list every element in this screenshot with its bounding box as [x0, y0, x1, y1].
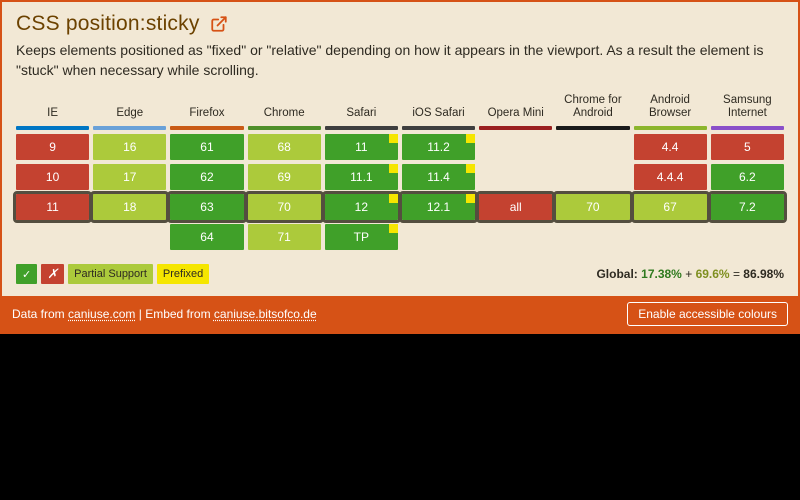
browser-rule: [325, 126, 398, 130]
browser-rule: [93, 126, 166, 130]
caniuse-link[interactable]: caniuse.com: [68, 307, 135, 321]
version-cell[interactable]: all: [479, 194, 552, 220]
version-cell[interactable]: 11.4: [402, 164, 475, 190]
prefix-flag-icon: [466, 194, 475, 203]
legend-prefixed: Prefixed: [157, 264, 209, 284]
version-cell[interactable]: 12.1: [402, 194, 475, 220]
version-cell[interactable]: 7.2: [711, 194, 784, 220]
version-cell[interactable]: 63: [170, 194, 243, 220]
feature-title-row[interactable]: CSS position:sticky: [16, 12, 784, 36]
version-cell: [93, 224, 166, 250]
version-cell[interactable]: 69: [248, 164, 321, 190]
version-cell[interactable]: 9: [16, 134, 89, 160]
version-cell[interactable]: 11.2: [402, 134, 475, 160]
version-cell[interactable]: 11.1: [325, 164, 398, 190]
embed-source-link[interactable]: caniuse.bitsofco.de: [214, 307, 317, 321]
browser-rule: [634, 126, 707, 130]
browser-header: Samsung Internet: [711, 94, 784, 122]
prefix-flag-icon: [466, 134, 475, 143]
version-cell[interactable]: 12: [325, 194, 398, 220]
version-cell: [556, 224, 629, 250]
prefix-flag-icon: [389, 194, 398, 203]
version-cell: [556, 164, 629, 190]
browser-rule: [556, 126, 629, 130]
version-cell[interactable]: 4.4.4: [634, 164, 707, 190]
legend-supported: ✓: [16, 264, 37, 284]
external-link-icon: [210, 15, 228, 33]
version-cell[interactable]: 11: [16, 194, 89, 220]
version-cell[interactable]: 18: [93, 194, 166, 220]
support-grid: IEEdgeFirefoxChromeSafariiOS SafariOpera…: [12, 90, 788, 254]
browser-rule: [170, 126, 243, 130]
prefix-flag-icon: [389, 224, 398, 233]
version-cell[interactable]: 62: [170, 164, 243, 190]
version-cell[interactable]: 17: [93, 164, 166, 190]
feature-description: Keeps elements positioned as "fixed" or …: [16, 41, 784, 80]
version-cell[interactable]: 67: [634, 194, 707, 220]
browser-rule: [711, 126, 784, 130]
browser-rule: [479, 126, 552, 130]
footer-attribution: Data from caniuse.com | Embed from caniu…: [12, 307, 317, 321]
browser-rule: [402, 126, 475, 130]
version-cell[interactable]: 5: [711, 134, 784, 160]
version-cell[interactable]: 61: [170, 134, 243, 160]
version-cell[interactable]: 11: [325, 134, 398, 160]
version-cell: [479, 134, 552, 160]
version-cell: [479, 164, 552, 190]
version-cell[interactable]: 70: [556, 194, 629, 220]
version-cell: [479, 224, 552, 250]
browser-header: IE: [16, 94, 89, 122]
feature-title: CSS position:sticky: [16, 12, 200, 36]
version-cell: [634, 224, 707, 250]
version-cell[interactable]: 71: [248, 224, 321, 250]
browser-rule: [16, 126, 89, 130]
browser-header: Android Browser: [634, 94, 707, 122]
browser-header: Edge: [93, 94, 166, 122]
version-cell[interactable]: 64: [170, 224, 243, 250]
browser-rule: [248, 126, 321, 130]
version-cell: [402, 224, 475, 250]
browser-header: Chrome for Android: [556, 94, 629, 122]
legend-partial: Partial Support: [68, 264, 153, 284]
version-cell: [16, 224, 89, 250]
browser-header: Chrome: [248, 94, 321, 122]
version-cell[interactable]: 6.2: [711, 164, 784, 190]
prefix-flag-icon: [389, 164, 398, 173]
version-cell: [556, 134, 629, 160]
global-stats: Global: 17.38% + 69.6% = 86.98%: [596, 267, 784, 281]
version-cell[interactable]: TP: [325, 224, 398, 250]
browser-header: iOS Safari: [402, 94, 475, 122]
version-cell[interactable]: 16: [93, 134, 166, 160]
version-cell[interactable]: 10: [16, 164, 89, 190]
version-cell: [711, 224, 784, 250]
legend: ✓ ✗ Partial Support Prefixed: [16, 264, 209, 284]
enable-accessible-colours-button[interactable]: Enable accessible colours: [627, 302, 788, 326]
version-cell[interactable]: 68: [248, 134, 321, 160]
version-cell[interactable]: 4.4: [634, 134, 707, 160]
browser-header: Safari: [325, 94, 398, 122]
prefix-flag-icon: [466, 164, 475, 173]
browser-header: Firefox: [170, 94, 243, 122]
version-cell[interactable]: 70: [248, 194, 321, 220]
browser-header: Opera Mini: [479, 94, 552, 122]
prefix-flag-icon: [389, 134, 398, 143]
legend-unsupported: ✗: [41, 264, 64, 284]
